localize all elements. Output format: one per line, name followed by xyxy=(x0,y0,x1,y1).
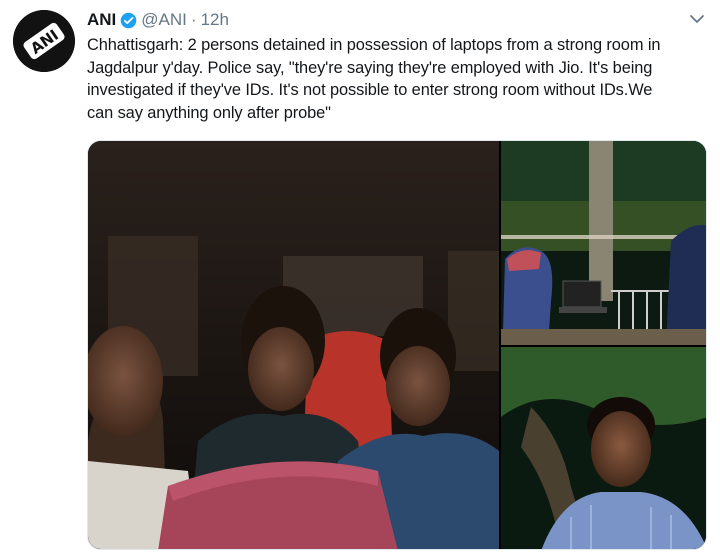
tweet-text: Chhattisgarh: 2 persons detained in poss… xyxy=(87,34,707,124)
verified-badge-icon xyxy=(120,12,137,29)
media-grid xyxy=(87,140,707,550)
tweet-text-line: Jagdalpur y'day. Police say, "they're sa… xyxy=(87,58,653,77)
photo-official[interactable] xyxy=(501,347,706,549)
avatar[interactable]: ANI xyxy=(13,10,75,72)
chevron-down-icon[interactable] xyxy=(688,10,706,28)
photo-detained-men[interactable] xyxy=(88,141,499,549)
tweet-timestamp[interactable]: 12h xyxy=(201,10,229,30)
photo-laptop-bag[interactable] xyxy=(501,141,706,345)
tweet-text-line: investigated if they've IDs. It's not po… xyxy=(87,81,653,99)
author-name[interactable]: ANI xyxy=(87,10,116,30)
ani-logo: ANI xyxy=(13,10,75,72)
tweet-card[interactable]: ANI ANI @ANI · 12h Chhattisgarh: 2 perso… xyxy=(0,0,720,557)
tweet-text-line: can say anything only after probe" xyxy=(87,103,331,122)
header-separator: · xyxy=(190,10,197,29)
tweet-text-line: Chhattisgarh: 2 persons detained in poss… xyxy=(87,36,661,54)
tweet-header: ANI @ANI · 12h xyxy=(87,8,229,32)
author-handle[interactable]: @ANI xyxy=(141,10,187,30)
